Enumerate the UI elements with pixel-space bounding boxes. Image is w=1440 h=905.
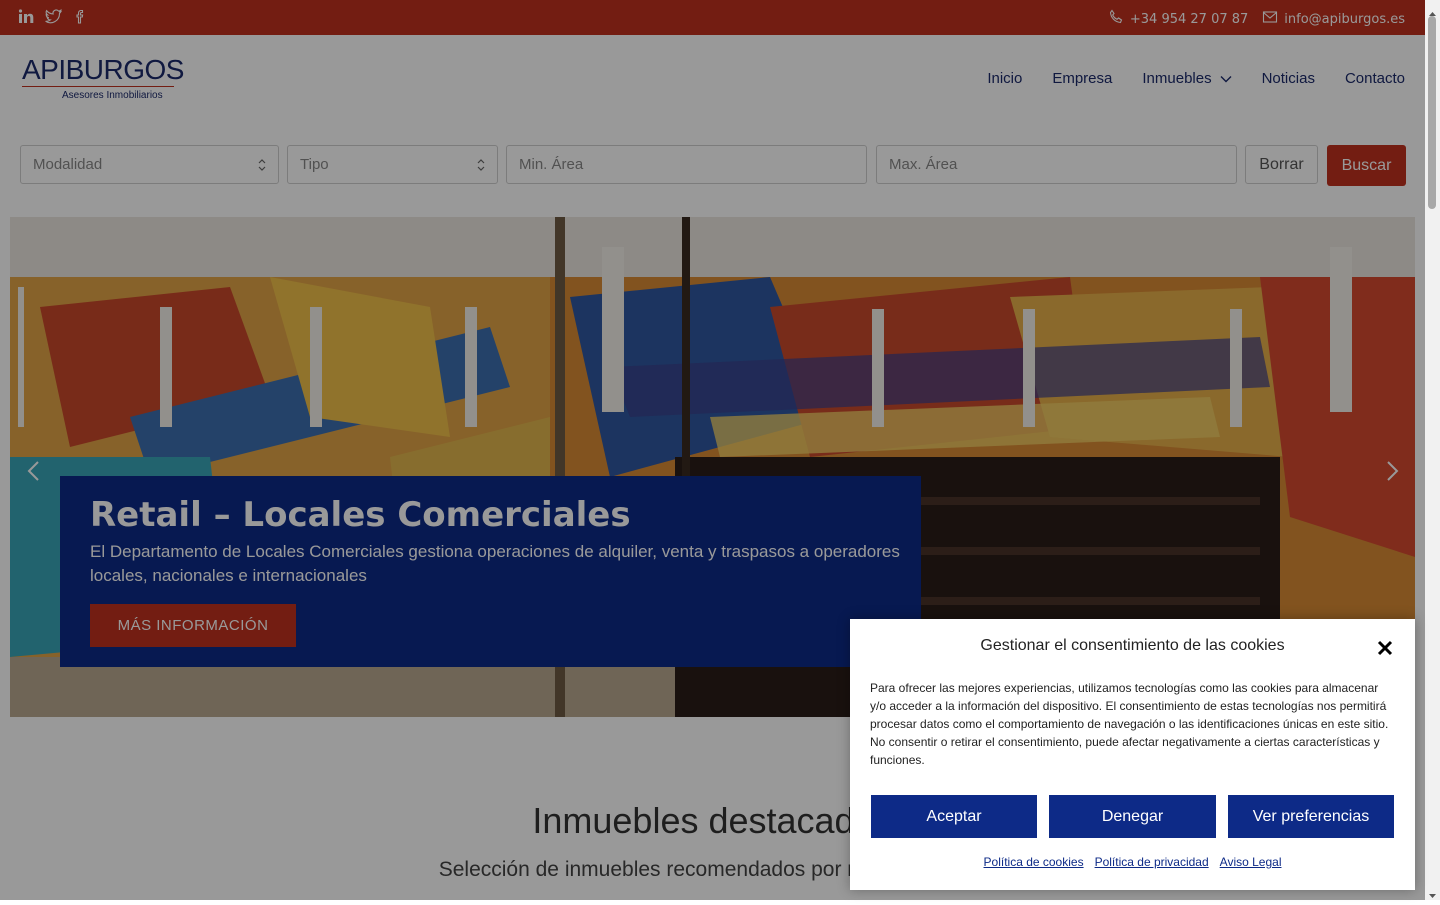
legal-notice-link[interactable]: Aviso Legal [1220, 855, 1282, 869]
cookie-policy-link[interactable]: Política de cookies [984, 855, 1084, 869]
scroll-up-icon[interactable] [1428, 3, 1437, 16]
preferences-button[interactable]: Ver preferencias [1228, 795, 1394, 838]
cookie-title: Gestionar el consentimiento de las cooki… [980, 637, 1285, 654]
privacy-policy-link[interactable]: Política de privacidad [1095, 855, 1209, 869]
cookie-text: Para ofrecer las mejores experiencias, u… [870, 681, 1389, 767]
cookie-links: Política de cookies Política de privacid… [850, 855, 1415, 869]
close-icon[interactable] [1377, 640, 1393, 656]
scrollbar-thumb[interactable] [1428, 16, 1436, 209]
scroll-down-icon[interactable] [1428, 886, 1437, 898]
page-scrollbar[interactable] [1425, 0, 1440, 900]
accept-button[interactable]: Aceptar [871, 795, 1037, 838]
cookie-consent-dialog: Gestionar el consentimiento de las cooki… [850, 619, 1415, 890]
deny-button[interactable]: Denegar [1049, 795, 1216, 838]
